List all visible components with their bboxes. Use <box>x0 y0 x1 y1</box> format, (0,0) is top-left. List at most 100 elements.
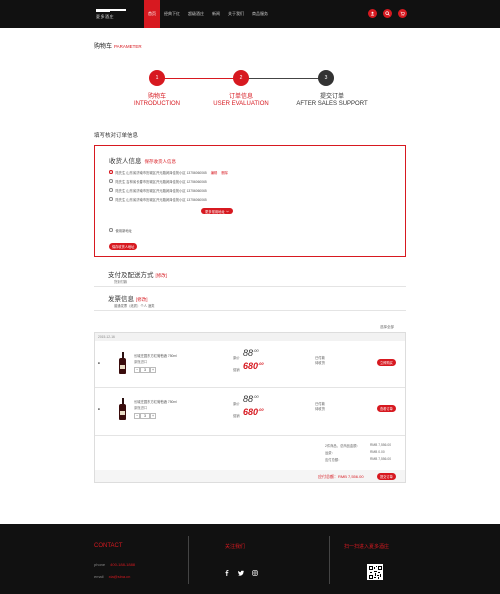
sale-price: 680.00 <box>243 361 264 371</box>
address-row[interactable]: 陆先生 吉林省长春市历城区开元路润泽佳苑小区 12756060065 <box>109 178 207 184</box>
order-total: 应付总额：RMB 7,556.00 <box>318 474 364 479</box>
footer-divider <box>188 536 189 584</box>
sale-price: 680.00 <box>243 407 264 417</box>
radio[interactable] <box>109 179 113 183</box>
product-origin: 原瓶进口 <box>134 406 148 410</box>
increase-qty-button[interactable]: + <box>150 367 156 373</box>
original-price: 88.00 <box>243 348 259 358</box>
step-connector-pending <box>240 78 326 79</box>
qr-title: 扫一扫进入夏多酒庄 <box>344 544 390 550</box>
order-total-bar: 应付总额：RMB 7,556.00 提交订单 <box>95 470 405 482</box>
social-links <box>224 570 258 576</box>
quantity-value[interactable]: 3 <box>140 367 150 373</box>
invoice-detail: 普通发票（纸质）个人 酒类 <box>114 304 155 308</box>
delete-address-link[interactable]: 删除 <box>221 170 228 175</box>
product-name[interactable]: 长城庄园东方红葡萄酒 750ml <box>134 353 177 358</box>
shipping-address-panel: 收货人信息 保存收货人信息 陆先生 山东省济南市历城区开元路润泽佳苑小区 1375… <box>94 145 406 257</box>
page-title: 购物车 PARAMETER <box>94 44 142 50</box>
user-icon[interactable] <box>368 9 377 18</box>
order-item: ■ 长城庄园东方红葡萄酒 750ml 原瓶进口 − 3 + 原价 88.00 促… <box>95 389 405 435</box>
summary-shipping: 运费： RMB 0.00 <box>325 450 385 455</box>
address-title: 收货人信息 保存收货人信息 <box>109 158 177 165</box>
address-row[interactable]: 陆先生 山东省济南市历城区开元路润泽佳苑小区 13756060065 <box>109 196 207 202</box>
step-2-circle: 2 <box>233 70 249 86</box>
nav-classic[interactable]: 经典下红 <box>160 0 184 28</box>
radio-selected[interactable] <box>109 170 113 174</box>
sale-price-tag: 促销 <box>233 414 240 418</box>
item-checkbox[interactable]: ■ <box>98 361 100 365</box>
save-address-link[interactable]: 保存收货人信息 <box>145 159 177 164</box>
step-3-circle: 3 <box>318 70 334 86</box>
product-name[interactable]: 长城庄园东方红葡萄酒 750ml <box>134 399 177 404</box>
top-navigation-bar: 夏多酒庄 首页 经典下红 超级酒庄 新闻 关于我们 商品服务 <box>0 0 500 28</box>
edit-invoice-link[interactable]: [修改] <box>136 297 148 302</box>
step-3-label: 提交订单 AFTER SALES SUPPORT <box>296 94 368 107</box>
address-row[interactable]: 陆先生 山东省济南市历城区开元路润泽佳苑小区 13756060065 编辑 删除 <box>109 169 228 175</box>
form-title: 填写核对订单信息 <box>94 133 139 139</box>
invoice-section: 发票信息 [修改] 普通发票（纸质）个人 酒类 <box>94 293 406 311</box>
chevron-down-icon <box>225 210 229 212</box>
footer: CONTACT phone 400-188-1888 email xia@sina.… <box>0 524 500 594</box>
header-icons <box>368 9 407 18</box>
main-nav: 首页 经典下红 超级酒庄 新闻 关于我们 商品服务 <box>144 0 272 28</box>
save-address-button[interactable]: 保存收货人地址 <box>109 243 138 250</box>
step-2-label: 订单信息 USER EVALUATION <box>213 94 269 107</box>
step-connector-done <box>160 78 240 79</box>
follow-title: 关注我们 <box>225 544 246 550</box>
order-table: 2015-12-16 ■ 长城庄园东方红葡萄酒 750ml 原瓶进口 − 3 +… <box>94 332 406 483</box>
increase-qty-button[interactable]: + <box>150 413 156 419</box>
step-1-circle: 1 <box>149 70 165 86</box>
product-origin: 原瓶进口 <box>134 360 148 364</box>
payment-detail: 货到付款 <box>114 280 128 284</box>
search-icon[interactable] <box>383 9 392 18</box>
view-order-button[interactable]: 查看订单 <box>377 405 396 412</box>
wine-bottle-image <box>119 352 126 374</box>
invoice-title: 发票信息 <box>108 296 134 303</box>
nav-news[interactable]: 新闻 <box>208 0 224 28</box>
address-row[interactable]: 陆先生 山东省济南市历城区开元路润泽佳苑小区 13756060065 <box>109 187 207 193</box>
select-all-link[interactable]: 选择全部 <box>380 325 394 330</box>
quantity-stepper: − 3 + <box>134 367 156 373</box>
nav-about[interactable]: 关于我们 <box>224 0 248 28</box>
contact-phone: phone 400-188-1888 <box>94 562 136 567</box>
order-item: ■ 长城庄园东方红葡萄酒 750ml 原瓶进口 − 3 + 原价 88.00 促… <box>95 343 405 389</box>
instagram-icon[interactable] <box>252 570 258 576</box>
radio[interactable] <box>109 197 113 201</box>
twitter-icon[interactable] <box>238 570 244 576</box>
new-address-option[interactable]: 使用新地址 <box>109 227 132 233</box>
logo-text: 夏多酒庄 <box>96 14 114 19</box>
item-checkbox[interactable]: ■ <box>98 407 100 411</box>
contact-email[interactable]: email xia@sina.cn <box>94 574 130 579</box>
sale-price-tag: 促销 <box>233 368 240 372</box>
row-divider <box>95 435 405 436</box>
qr-code-image <box>367 564 383 580</box>
radio[interactable] <box>109 228 113 232</box>
nav-home[interactable]: 首页 <box>144 0 160 28</box>
original-price-tag: 原价 <box>233 402 240 406</box>
radio[interactable] <box>109 188 113 192</box>
nav-chateau[interactable]: 超级酒庄 <box>184 0 208 28</box>
quantity-stepper: − 3 + <box>134 413 156 419</box>
order-status: 已付款 待收货 <box>315 356 325 365</box>
payment-section: 支付及配送方式 [修改] 货到付款 <box>94 269 406 287</box>
logo[interactable]: 夏多酒庄 <box>96 6 128 22</box>
edit-payment-link[interactable]: [修改] <box>156 273 168 278</box>
wine-bottle-image <box>119 398 126 420</box>
summary-subtotal: 2件商品，总商品金额： RMB 7,556.00 <box>325 443 392 448</box>
buy-now-button[interactable]: 立即购买 <box>377 359 396 366</box>
row-divider <box>95 387 405 388</box>
contact-title: CONTACT <box>94 543 123 549</box>
order-status: 已付款 待收货 <box>315 402 325 411</box>
step-1-label: 购物车 INTRODUCTION <box>134 94 180 107</box>
submit-order-button[interactable]: 提交订单 <box>377 472 396 480</box>
order-date: 2015-12-16 <box>95 333 405 341</box>
nav-services[interactable]: 商品服务 <box>248 0 272 28</box>
facebook-icon[interactable] <box>224 570 230 576</box>
more-addresses-button[interactable]: 更多常用地址 <box>201 208 233 214</box>
summary-payable: 应付总额： RMB 7,556.00 <box>325 457 392 462</box>
original-price: 88.00 <box>243 394 259 404</box>
original-price-tag: 原价 <box>233 356 240 360</box>
quantity-value[interactable]: 3 <box>140 413 150 419</box>
cart-icon[interactable] <box>398 9 407 18</box>
edit-address-link[interactable]: 编辑 <box>211 170 218 175</box>
